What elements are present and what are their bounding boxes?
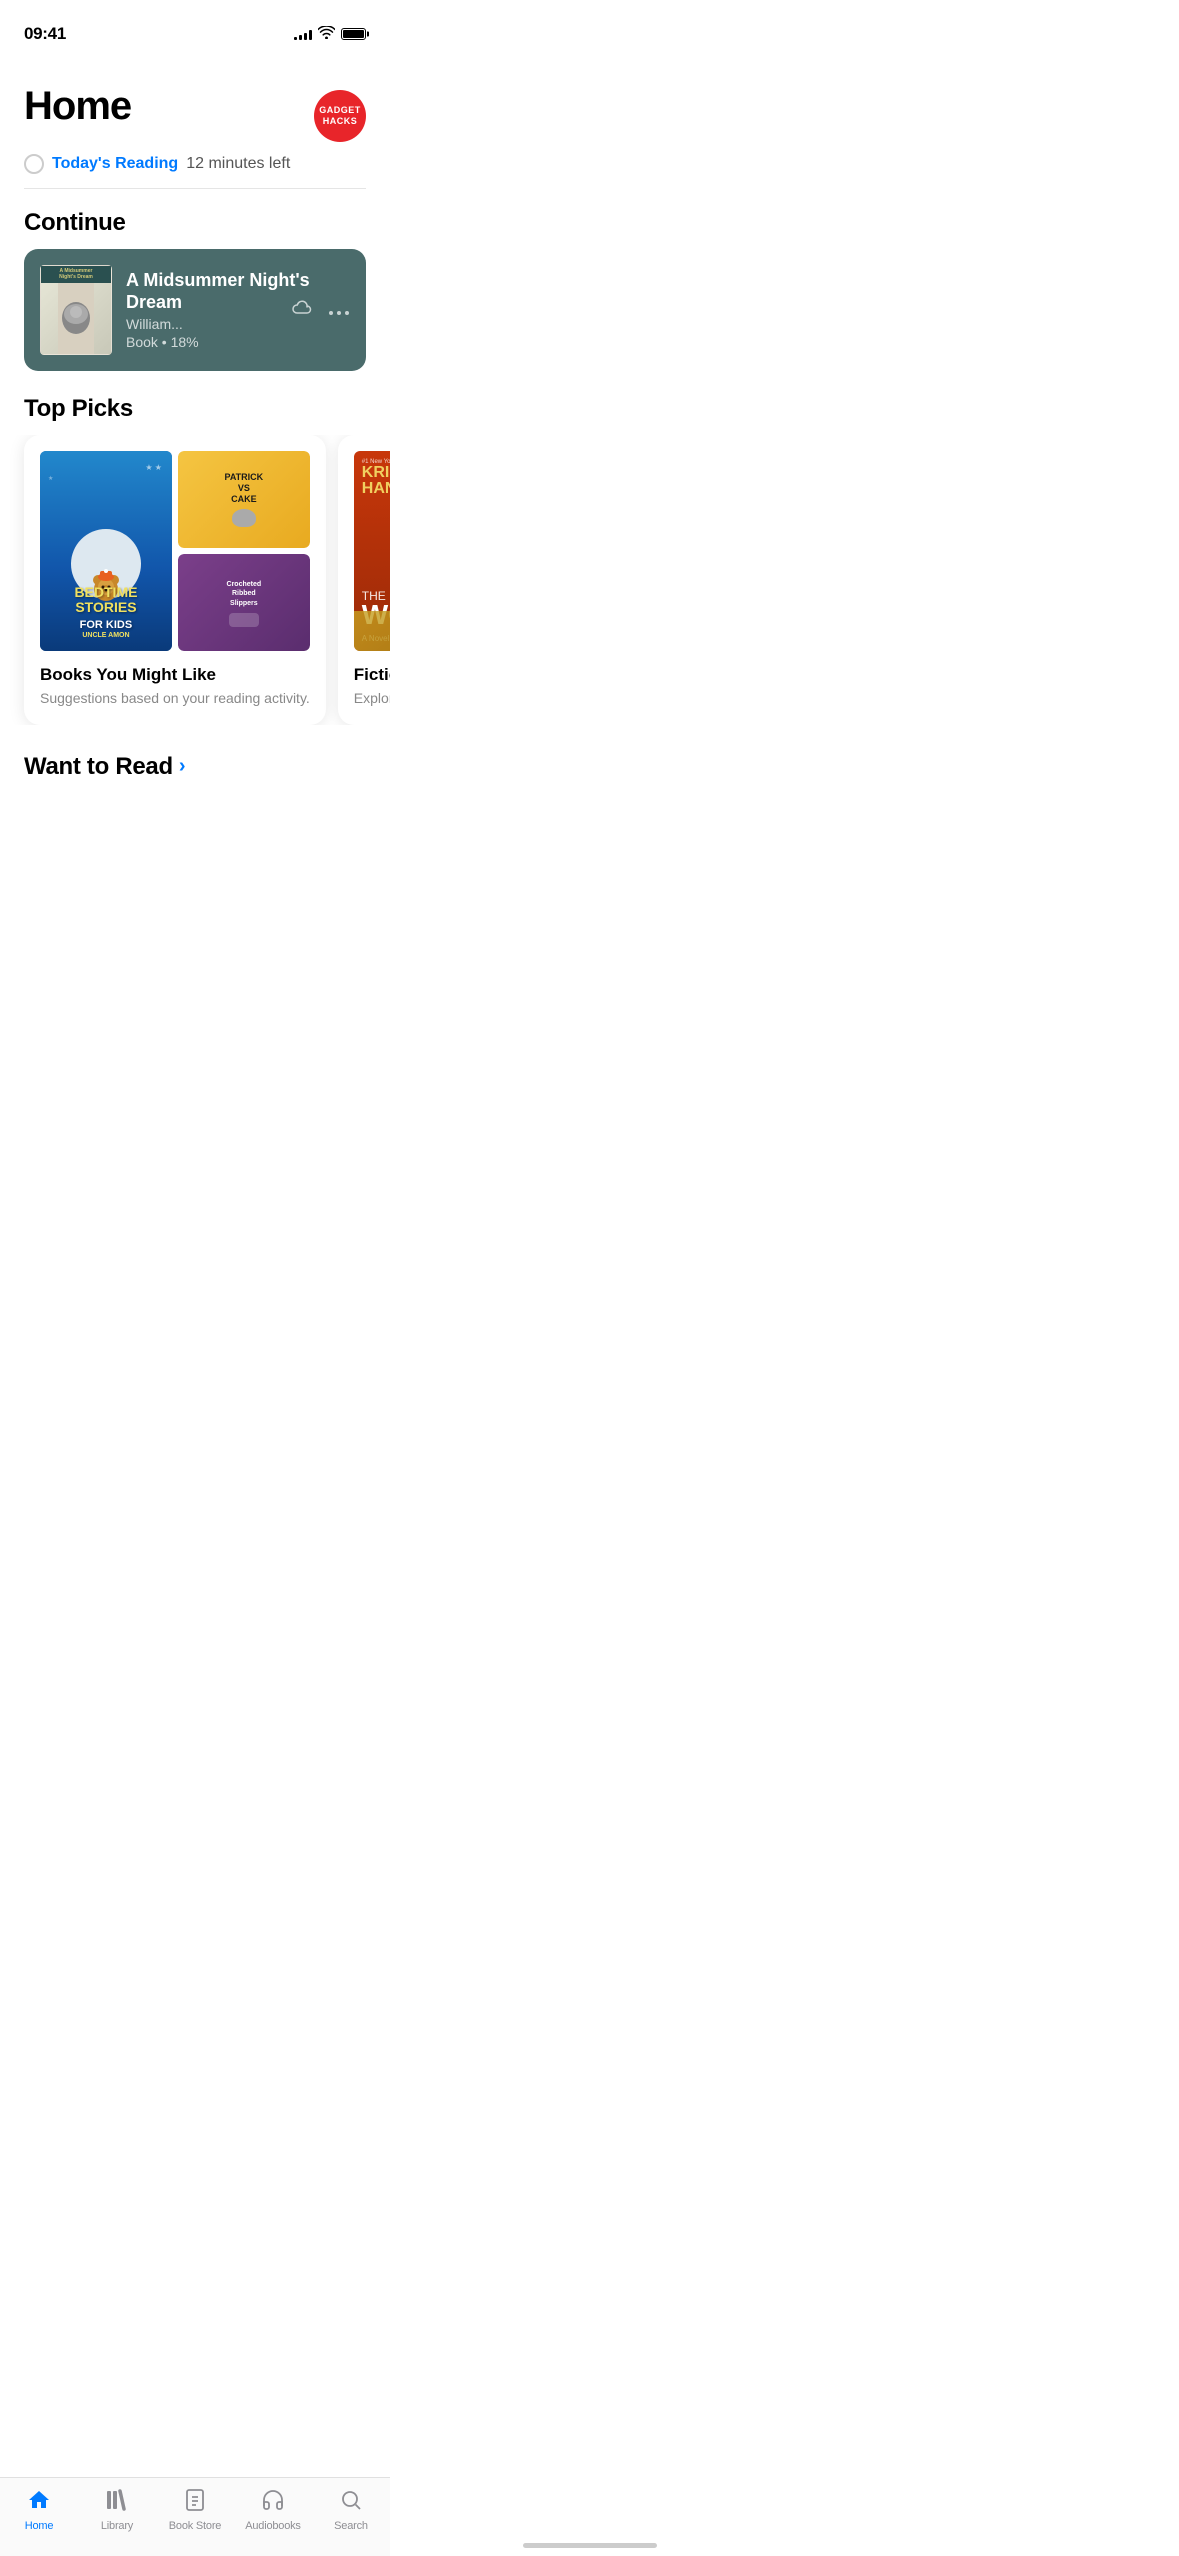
fiction-desc: Explore best-selling genre. [354,689,390,709]
top-picks-cards-row: ★ ★ ★ [0,435,390,725]
home-nav-label: Home [25,2520,54,2532]
home-indicator [523,2543,657,2548]
crocheted-slippers-book: CrochetedRibbedSlippers [178,554,310,651]
fiction-book-cover: #1 New York Times KRIS HAN THE WO A Nove… [354,451,390,651]
todays-reading-label: Today's Reading [52,155,178,173]
status-icons [294,26,366,42]
fiction-author: KRIS [362,465,390,481]
want-to-read-title: Want to Read [24,753,173,781]
signal-bar-4 [309,30,312,40]
avatar-line2: HACKS [323,116,358,127]
status-bar: 09:41 [0,0,390,54]
books-you-might-like-desc: Suggestions based on your reading activi… [40,689,310,709]
book-cover-thumbnail: A Midsummer Night's Dream [40,265,112,355]
main-content: 09:41 Home GADGE [0,0,390,891]
book-meta: Book • 18% [126,334,350,350]
fiction-author-2: HAN [362,481,390,497]
signal-bar-2 [299,35,302,40]
top-picks-section: Top Picks ★ ★ ★ [0,371,390,725]
want-to-read-title-row[interactable]: Want to Read › [0,753,390,791]
nav-item-bookstore[interactable]: Book Store [156,2488,234,2532]
books-grid: ★ ★ ★ [40,451,310,651]
status-time: 09:41 [24,24,66,44]
wifi-icon [318,26,335,42]
bookstore-nav-icon [183,2488,207,2517]
search-nav-label: Search [334,2520,368,2532]
reading-circle-icon [24,154,44,174]
todays-reading-row[interactable]: Today's Reading 12 minutes left [0,142,390,174]
continue-book-card[interactable]: A Midsummer Night's Dream A Midsummer Ni… [24,249,366,371]
nav-item-audiobooks[interactable]: Audiobooks [234,2488,312,2532]
patrick-vs-cake-book: PATRICKvsCAKE [178,451,310,548]
nav-item-home[interactable]: Home [0,2488,78,2532]
book-cover-image: A Midsummer Night's Dream [40,265,112,355]
battery-fill [343,30,364,38]
battery-icon [341,28,366,40]
more-options-icon[interactable] [328,299,350,322]
audiobooks-nav-icon [261,2488,285,2517]
library-nav-icon [105,2488,129,2517]
patrick-vs-cake-title: PATRICKvsCAKE [225,472,264,504]
nav-item-search[interactable]: Search [312,2488,390,2532]
book-card-actions [288,297,350,323]
search-nav-icon [339,2488,363,2517]
bedtime-stories-book: ★ ★ ★ [40,451,172,651]
fiction-card[interactable]: #1 New York Times KRIS HAN THE WO A Nove… [338,435,390,725]
todays-reading-time: 12 minutes left [186,155,290,173]
bottom-nav: Home Library Book Store [0,2477,390,2556]
continue-section-title: Continue [0,189,390,249]
fiction-label: Fiction [354,665,390,685]
home-nav-icon [27,2488,51,2517]
signal-bars-icon [294,28,312,40]
nav-item-library[interactable]: Library [78,2488,156,2532]
avatar-badge[interactable]: GADGET HACKS [314,90,366,142]
audiobooks-nav-label: Audiobooks [245,2520,301,2532]
uncle-amon-text: Uncle Amon [74,632,137,639]
books-you-might-like-card[interactable]: ★ ★ ★ [24,435,326,725]
library-nav-label: Library [101,2520,133,2532]
top-picks-title: Top Picks [0,375,390,435]
want-to-read-chevron: › [179,755,186,778]
bookstore-nav-label: Book Store [169,2520,221,2532]
header-section: Home GADGET HACKS [0,54,390,142]
want-to-read-section: Want to Read › [0,725,390,791]
bedtime-title: BedtimeStoriesfor Kids [74,585,137,631]
avatar-line1: GADGET [319,105,361,116]
signal-bar-1 [294,37,297,40]
crocheted-slippers-title: CrochetedRibbedSlippers [225,578,264,609]
cloud-download-icon[interactable] [288,297,312,323]
books-you-might-like-label: Books You Might Like [40,665,310,685]
page-title: Home [24,84,131,128]
signal-bar-3 [304,33,307,40]
